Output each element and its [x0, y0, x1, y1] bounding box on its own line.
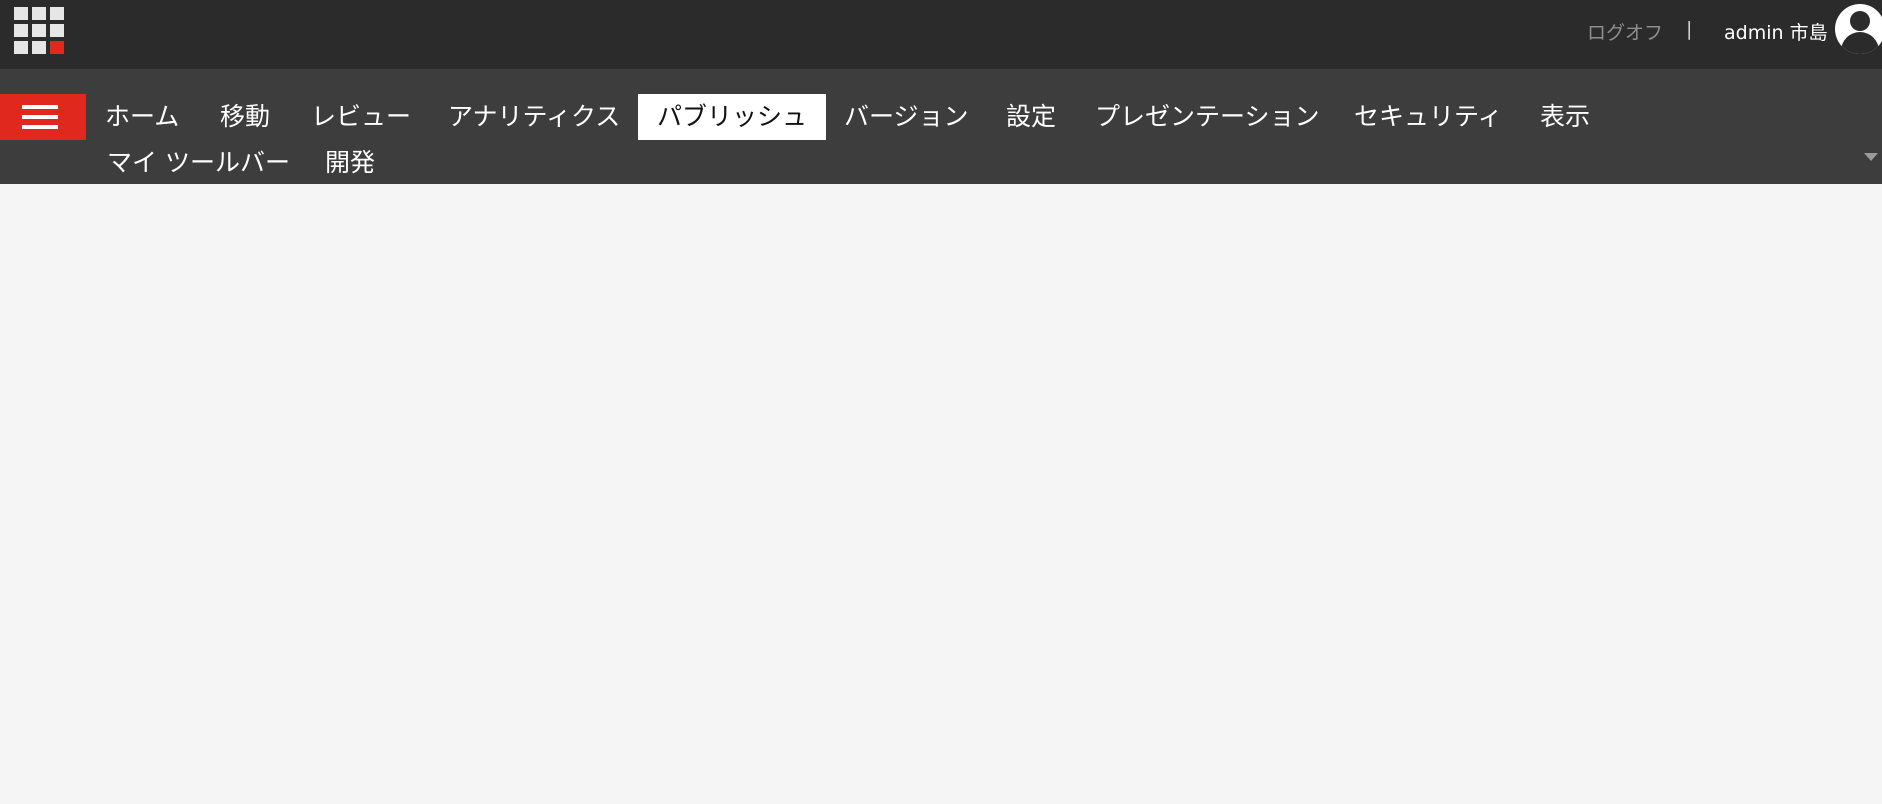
menu-presentation[interactable]: プレゼンテーション — [1095, 94, 1320, 140]
menu-bar: ホーム 移動 レビュー アナリティクス パブリッシュ バージョン 設定 プレゼン… — [0, 69, 1882, 184]
menu-navigate[interactable]: 移動 — [220, 94, 270, 140]
menu-home[interactable]: ホーム — [105, 94, 179, 140]
user-name[interactable]: admin 市島 — [1724, 18, 1828, 45]
menu-review[interactable]: レビュー — [311, 94, 411, 140]
app-launcher-icon[interactable] — [14, 7, 66, 55]
menu-publish[interactable]: パブリッシュ — [638, 94, 827, 140]
menu-analytics[interactable]: アナリティクス — [448, 94, 620, 140]
menu-security[interactable]: セキュリティ — [1354, 94, 1503, 140]
top-bar: ログオフ | admin 市島 — [0, 0, 1882, 69]
menu-view[interactable]: 表示 — [1540, 94, 1590, 140]
menu-my-toolbar[interactable]: マイ ツールバー — [107, 140, 290, 186]
menu-configure[interactable]: 設定 — [1006, 94, 1056, 140]
menu-developer[interactable]: 開発 — [325, 140, 375, 186]
logoff-link[interactable]: ログオフ — [1587, 18, 1663, 45]
header-separator: | — [1686, 18, 1693, 40]
menu-versions[interactable]: バージョン — [844, 94, 969, 140]
avatar-icon[interactable] — [1835, 4, 1882, 54]
hamburger-menu-icon[interactable] — [0, 94, 86, 140]
collapse-ribbon-icon[interactable] — [1864, 153, 1878, 161]
